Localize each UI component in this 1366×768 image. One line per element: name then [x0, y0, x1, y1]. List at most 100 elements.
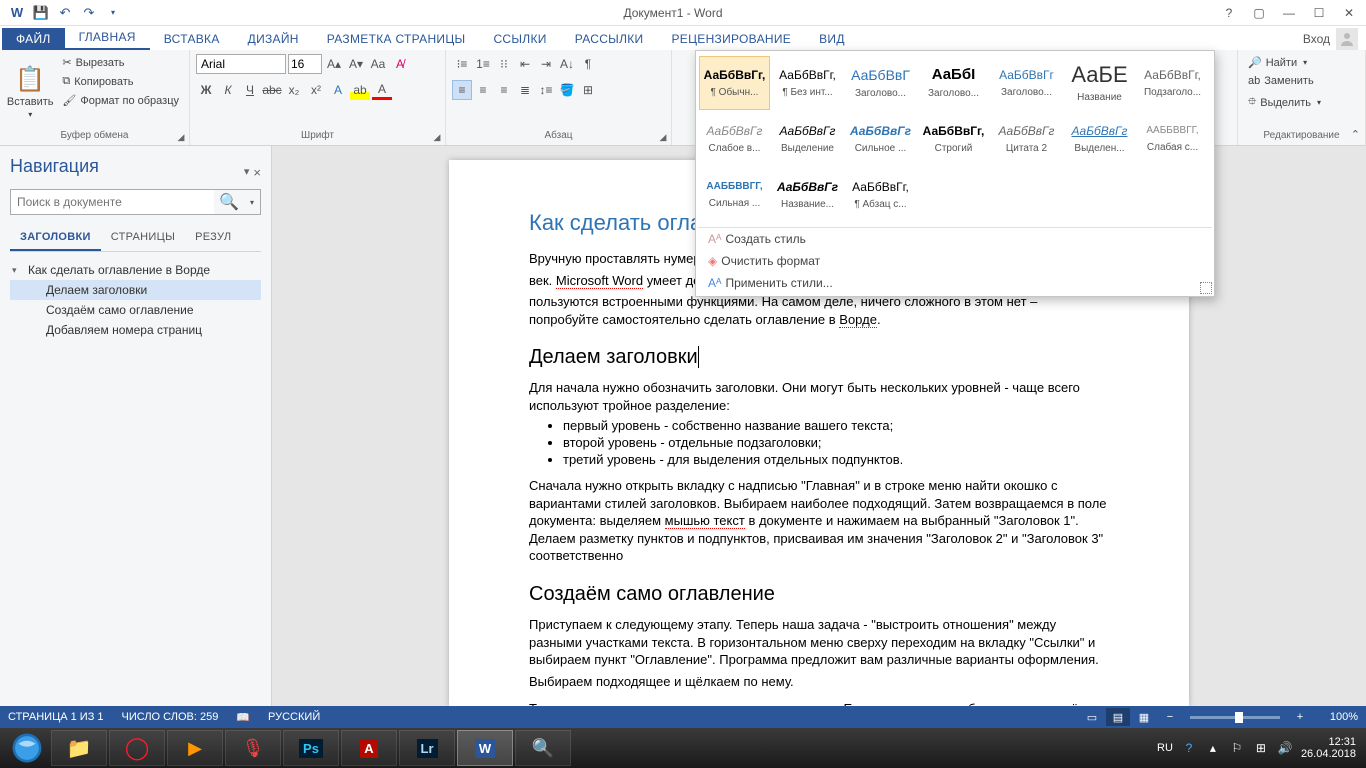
task-lightroom[interactable]: Lr — [399, 730, 455, 766]
style-item[interactable]: АаБбВвГг,Подзаголо... — [1137, 56, 1208, 110]
align-right-icon[interactable]: ≡ — [494, 80, 514, 100]
tray-network-icon[interactable]: ⊞ — [1253, 740, 1269, 756]
style-item[interactable]: АаБEНазвание — [1064, 56, 1135, 110]
create-style-button[interactable]: AᴬСоздать стиль — [698, 228, 1212, 250]
task-opera[interactable]: ◯ — [109, 730, 165, 766]
word-icon[interactable]: W — [6, 2, 28, 24]
close-icon[interactable]: ✕ — [1336, 2, 1362, 24]
highlight-icon[interactable]: ab — [350, 80, 370, 100]
style-item[interactable]: АаБбВвГг,¶ Обычн... — [699, 56, 770, 110]
view-web-icon[interactable]: ▦ — [1132, 708, 1156, 726]
tab-file[interactable]: ФАЙЛ — [2, 28, 65, 50]
apply-styles-button[interactable]: AᴬПрименить стили... — [698, 272, 1212, 294]
task-app1[interactable]: 🎙 — [225, 730, 281, 766]
grow-font-icon[interactable]: A▴ — [324, 54, 344, 74]
font-color-icon[interactable]: A — [372, 80, 392, 100]
zoom-level[interactable]: 100% — [1314, 711, 1358, 723]
status-lang[interactable]: РУССКИЙ — [268, 711, 320, 723]
status-words[interactable]: ЧИСЛО СЛОВ: 259 — [122, 711, 219, 723]
style-item[interactable]: АаБбВвГгСильное ... — [845, 112, 916, 166]
resize-handle-icon[interactable] — [1200, 282, 1212, 294]
style-item[interactable]: АаБбВвГгЗаголово... — [991, 56, 1062, 110]
restore-icon[interactable]: ☐ — [1306, 2, 1332, 24]
font-size-input[interactable] — [288, 54, 322, 74]
cut-button[interactable]: ✂Вырезать — [58, 54, 183, 71]
tab-insert[interactable]: ВСТАВКА — [150, 28, 234, 50]
minimize-icon[interactable]: — — [1276, 2, 1302, 24]
clipboard-launcher-icon[interactable]: ◢ — [175, 131, 187, 143]
task-photoshop[interactable]: Ps — [283, 730, 339, 766]
format-painter-button[interactable]: 🖌Формат по образцу — [58, 92, 183, 109]
qat-dropdown-icon[interactable]: ▾ — [102, 2, 124, 24]
zoom-out-icon[interactable]: − — [1158, 708, 1182, 726]
style-item[interactable]: ААББВВГГ,Слабая с... — [1137, 112, 1208, 166]
nav-tab-pages[interactable]: СТРАНИЦЫ — [101, 225, 185, 251]
bullets-icon[interactable]: ⁝≡ — [452, 54, 472, 74]
tray-flag-icon[interactable]: ⚐ — [1229, 740, 1245, 756]
status-proofing-icon[interactable]: 📖 — [236, 711, 250, 724]
tree-root[interactable]: Как сделать оглавление в Ворде — [10, 260, 261, 280]
numbering-icon[interactable]: 1≡ — [473, 54, 493, 74]
tree-item[interactable]: Добавляем номера страниц — [10, 320, 261, 340]
tab-mailings[interactable]: РАССЫЛКИ — [561, 28, 658, 50]
tray-clock[interactable]: 12:31 26.04.2018 — [1301, 736, 1356, 760]
start-button[interactable] — [4, 730, 50, 766]
help-icon[interactable]: ? — [1216, 2, 1242, 24]
style-item[interactable]: АаБбВвГгВыделение — [772, 112, 843, 166]
borders-icon[interactable]: ⊞ — [578, 80, 598, 100]
tray-lang[interactable]: RU — [1157, 742, 1173, 754]
tab-view[interactable]: ВИД — [805, 28, 859, 50]
change-case-icon[interactable]: Aa — [368, 54, 388, 74]
style-item[interactable]: АаБбВвГг,¶ Без инт... — [772, 56, 843, 110]
superscript-icon[interactable]: x² — [306, 80, 326, 100]
style-item[interactable]: АаБбIЗаголово... — [918, 56, 989, 110]
task-explorer[interactable]: 📁 — [51, 730, 107, 766]
shrink-font-icon[interactable]: A▾ — [346, 54, 366, 74]
font-launcher-icon[interactable]: ◢ — [431, 131, 443, 143]
zoom-slider[interactable] — [1190, 716, 1280, 719]
save-icon[interactable]: 💾 — [30, 2, 52, 24]
tray-chevron-icon[interactable]: ▴ — [1205, 740, 1221, 756]
select-button[interactable]: ⯐Выделить▾ — [1244, 91, 1359, 114]
task-media[interactable]: ▶ — [167, 730, 223, 766]
style-item[interactable]: АаБбВвГгВыделен... — [1064, 112, 1135, 166]
paste-button[interactable]: 📋 Вставить ▾ — [6, 54, 54, 130]
tree-item[interactable]: Создаём само оглавление — [10, 300, 261, 320]
search-input[interactable] — [11, 190, 214, 214]
style-item[interactable]: АаБбВвГгСлабое в... — [699, 112, 770, 166]
multilevel-icon[interactable]: ⁝⁝ — [494, 54, 514, 74]
subscript-icon[interactable]: x₂ — [284, 80, 304, 100]
italic-icon[interactable]: К — [218, 80, 238, 100]
task-app2[interactable]: 🔍 — [515, 730, 571, 766]
tab-layout[interactable]: РАЗМЕТКА СТРАНИЦЫ — [313, 28, 480, 50]
login-label[interactable]: Вход — [1303, 32, 1330, 46]
tab-references[interactable]: ССЫЛКИ — [479, 28, 560, 50]
search-icon[interactable]: 🔍 — [214, 190, 244, 214]
task-word[interactable]: W — [457, 730, 513, 766]
tray-volume-icon[interactable]: 🔊 — [1277, 740, 1293, 756]
paragraph-launcher-icon[interactable]: ◢ — [657, 131, 669, 143]
replace-button[interactable]: abЗаменить — [1244, 73, 1359, 89]
task-acrobat[interactable]: A — [341, 730, 397, 766]
align-center-icon[interactable]: ≡ — [473, 80, 493, 100]
line-spacing-icon[interactable]: ↕≡ — [536, 80, 556, 100]
style-item[interactable]: АаБбВвГг,¶ Абзац с... — [845, 168, 916, 222]
style-item[interactable]: АаБбВвГг,Строгий — [918, 112, 989, 166]
sort-icon[interactable]: A↓ — [557, 54, 577, 74]
avatar-icon[interactable] — [1336, 28, 1358, 50]
shading-icon[interactable]: 🪣 — [557, 80, 577, 100]
nav-tab-headings[interactable]: ЗАГОЛОВКИ — [10, 225, 101, 251]
copy-button[interactable]: ⧉Копировать — [58, 73, 183, 90]
bold-icon[interactable]: Ж — [196, 80, 216, 100]
text-effects-icon[interactable]: A — [328, 80, 348, 100]
decrease-indent-icon[interactable]: ⇤ — [515, 54, 535, 74]
view-read-icon[interactable]: ▭ — [1080, 708, 1104, 726]
tab-review[interactable]: РЕЦЕНЗИРОВАНИЕ — [657, 28, 805, 50]
underline-icon[interactable]: Ч — [240, 80, 260, 100]
nav-tab-results[interactable]: РЕЗУЛ — [185, 225, 241, 251]
strike-icon[interactable]: abc — [262, 80, 282, 100]
tab-home[interactable]: ГЛАВНАЯ — [65, 26, 150, 50]
ribbon-options-icon[interactable]: ▢ — [1246, 2, 1272, 24]
increase-indent-icon[interactable]: ⇥ — [536, 54, 556, 74]
redo-icon[interactable]: ↷ — [78, 2, 100, 24]
